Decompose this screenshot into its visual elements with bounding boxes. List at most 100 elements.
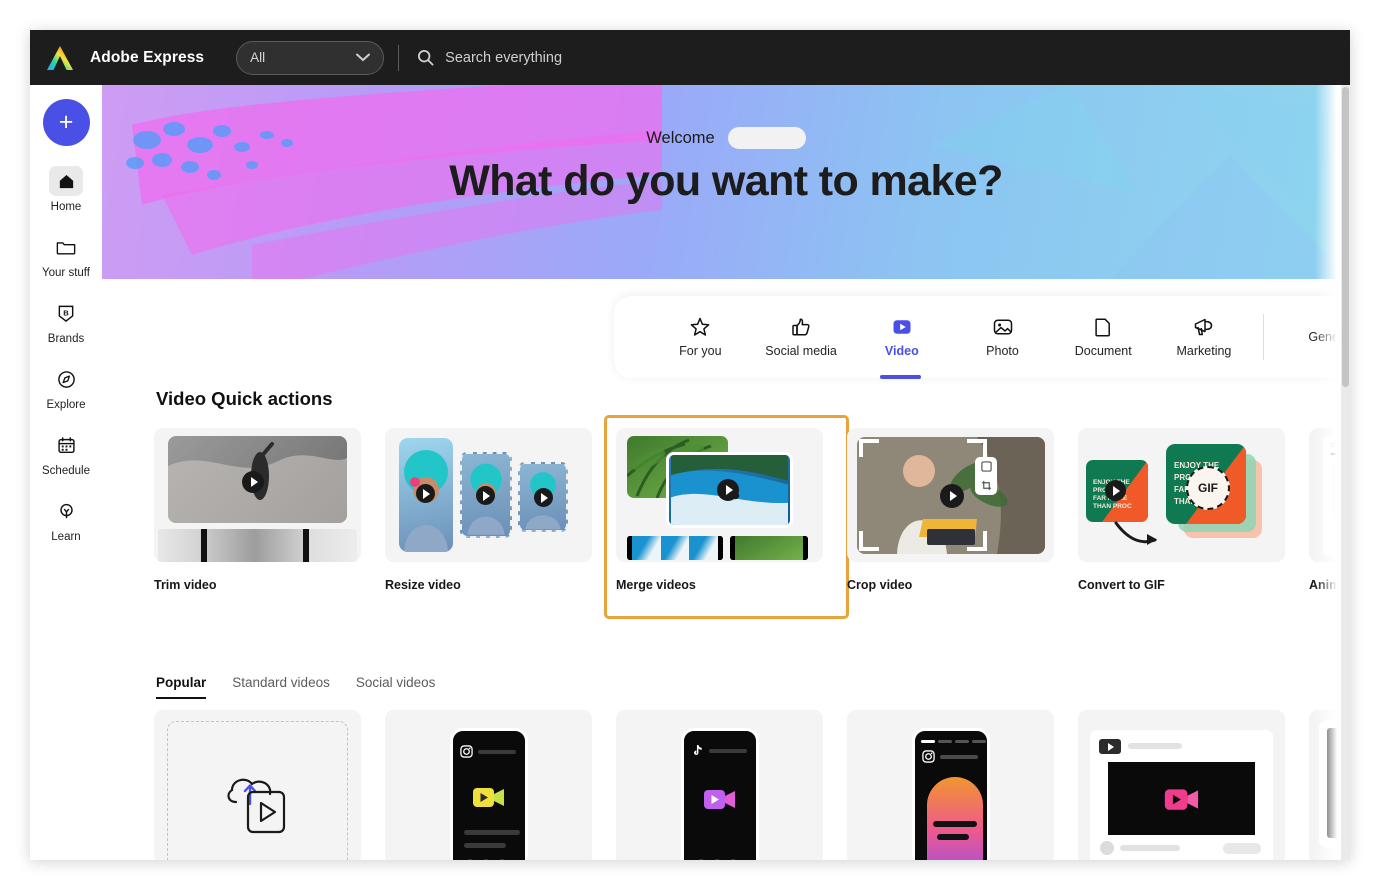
cloud-upload-video-icon bbox=[226, 778, 285, 834]
template-tab-popular[interactable]: Popular bbox=[156, 675, 207, 699]
play-badge bbox=[534, 488, 553, 507]
crop-toolbar[interactable] bbox=[975, 457, 997, 495]
sidebar-label-your-stuff: Your stuff bbox=[42, 267, 90, 279]
welcome-row: Welcome bbox=[102, 127, 1350, 149]
sidebar-item-explore[interactable]: Explore bbox=[30, 358, 102, 415]
adobe-express-window: Adobe Express All Search everything + Ho… bbox=[30, 30, 1350, 860]
template-tab-standard-videos[interactable]: Standard videos bbox=[232, 675, 330, 699]
quick-action-label-resize: Resize video bbox=[385, 578, 461, 592]
crop-video-thumbnail[interactable] bbox=[847, 428, 1054, 562]
brand-title: Adobe Express bbox=[90, 48, 205, 66]
quick-action-resize-video[interactable]: Resize video bbox=[373, 415, 604, 592]
quick-action-merge-videos[interactable]: Merge videos bbox=[604, 415, 849, 619]
convert-to-gif-thumbnail[interactable]: ENJOY THEPROCESSFAR MORETHAN PROC ENJOY … bbox=[1078, 428, 1285, 562]
folder-icon bbox=[49, 232, 83, 262]
chevron-down-icon bbox=[356, 53, 371, 62]
tab-label-video: Video bbox=[884, 344, 919, 358]
tab-divider bbox=[1263, 314, 1265, 360]
divider bbox=[398, 44, 400, 71]
phone-mockup bbox=[449, 728, 528, 860]
merge-videos-thumbnail[interactable] bbox=[616, 428, 823, 562]
tab-label-social-media: Social media bbox=[765, 344, 837, 358]
crop-rotate-icon bbox=[981, 480, 991, 491]
quick-action-convert-to-gif[interactable]: ENJOY THEPROCESSFAR MORETHAN PROC ENJOY … bbox=[1066, 415, 1297, 592]
document-icon bbox=[1095, 318, 1111, 337]
vertical-scrollbar[interactable] bbox=[1341, 85, 1350, 860]
template-item[interactable] bbox=[1066, 710, 1297, 860]
sidebar-item-brands[interactable]: B Brands bbox=[30, 292, 102, 349]
quick-action-trim-video[interactable]: Trim video bbox=[142, 415, 373, 592]
play-badge bbox=[242, 471, 264, 493]
video-icon bbox=[703, 790, 735, 809]
resize-video-thumbnail[interactable] bbox=[385, 428, 592, 562]
template-item[interactable] bbox=[142, 710, 373, 860]
tab-social-media[interactable]: Social media bbox=[751, 306, 852, 368]
sidebar-label-explore: Explore bbox=[46, 399, 86, 411]
video-icon bbox=[472, 788, 504, 807]
svg-text:THAN PROC: THAN PROC bbox=[1093, 503, 1132, 510]
adobe-express-logo[interactable] bbox=[30, 44, 90, 72]
instagram-story-template[interactable] bbox=[847, 710, 1054, 860]
sidebar-item-home[interactable]: Home bbox=[30, 160, 102, 217]
search-input[interactable]: Search everything bbox=[417, 49, 1350, 66]
video-icon bbox=[1164, 788, 1198, 810]
welcome-label: Welcome bbox=[646, 128, 715, 147]
tab-for-you[interactable]: For you bbox=[650, 306, 751, 368]
play-badge bbox=[416, 484, 435, 503]
tab-document[interactable]: Document bbox=[1053, 306, 1154, 368]
template-item[interactable] bbox=[373, 710, 604, 860]
tab-marketing[interactable]: Marketing bbox=[1154, 306, 1255, 368]
calendar-icon bbox=[49, 430, 83, 460]
search-icon bbox=[418, 49, 434, 66]
resize-icon bbox=[980, 461, 992, 472]
quick-action-crop-video[interactable]: Crop video bbox=[835, 415, 1066, 592]
youtube-icon bbox=[1099, 739, 1121, 754]
play-badge bbox=[717, 479, 739, 501]
category-tab-bar: For you Social media Video Photo Documen… bbox=[614, 296, 1350, 379]
tab-label-for-you: For you bbox=[679, 344, 722, 358]
template-item[interactable] bbox=[835, 710, 1066, 860]
quick-action-label-merge: Merge videos bbox=[616, 578, 696, 592]
youtube-template[interactable] bbox=[1078, 710, 1285, 860]
template-item[interactable] bbox=[604, 710, 835, 860]
sidebar-item-learn[interactable]: Learn bbox=[30, 490, 102, 547]
search-filter-value: All bbox=[250, 50, 266, 65]
main-content: Welcome What do you want to make? For yo… bbox=[102, 85, 1350, 860]
search-filter-dropdown[interactable]: All bbox=[236, 40, 385, 75]
user-name-redacted bbox=[727, 127, 806, 149]
phone-mockup bbox=[680, 728, 759, 860]
brand-shield-icon: B bbox=[49, 298, 83, 328]
play-badge bbox=[1105, 480, 1126, 501]
instagram-reel-template[interactable] bbox=[385, 710, 592, 860]
video-play-icon bbox=[893, 320, 911, 334]
sidebar-label-brands: Brands bbox=[47, 333, 85, 345]
instagram-icon bbox=[921, 750, 935, 763]
quick-actions-title: Video Quick actions bbox=[156, 388, 333, 409]
sidebar-item-your-stuff[interactable]: Your stuff bbox=[30, 226, 102, 283]
hero-headline: What do you want to make? bbox=[449, 157, 1003, 205]
home-icon bbox=[49, 166, 83, 196]
tab-generative[interactable]: Gene bbox=[1273, 306, 1350, 368]
upload-dropzone[interactable] bbox=[167, 721, 348, 860]
instagram-icon bbox=[459, 745, 473, 758]
scrollbar-thumb[interactable] bbox=[1342, 87, 1349, 387]
upload-video-card[interactable] bbox=[154, 710, 361, 860]
sidebar-item-schedule[interactable]: Schedule bbox=[30, 424, 102, 481]
tab-label-document: Document bbox=[1074, 344, 1132, 358]
lightbulb-icon bbox=[49, 496, 83, 526]
photo-icon bbox=[993, 319, 1012, 335]
trim-video-thumbnail[interactable] bbox=[154, 428, 361, 562]
tiktok-template[interactable] bbox=[616, 710, 823, 860]
tab-label-marketing: Marketing bbox=[1176, 344, 1232, 358]
tab-label-photo: Photo bbox=[986, 344, 1019, 358]
sidebar-label-home: Home bbox=[50, 201, 82, 213]
template-tab-social-videos[interactable]: Social videos bbox=[356, 675, 436, 699]
sidebar-label-learn: Learn bbox=[51, 531, 81, 543]
crop-handles bbox=[859, 439, 987, 551]
search-placeholder: Search everything bbox=[445, 49, 563, 66]
create-new-button[interactable]: + bbox=[42, 99, 90, 146]
tab-video[interactable]: Video bbox=[851, 306, 952, 379]
compass-icon bbox=[49, 364, 83, 394]
tab-photo[interactable]: Photo bbox=[952, 306, 1053, 368]
arrow-icon bbox=[1114, 521, 1157, 545]
